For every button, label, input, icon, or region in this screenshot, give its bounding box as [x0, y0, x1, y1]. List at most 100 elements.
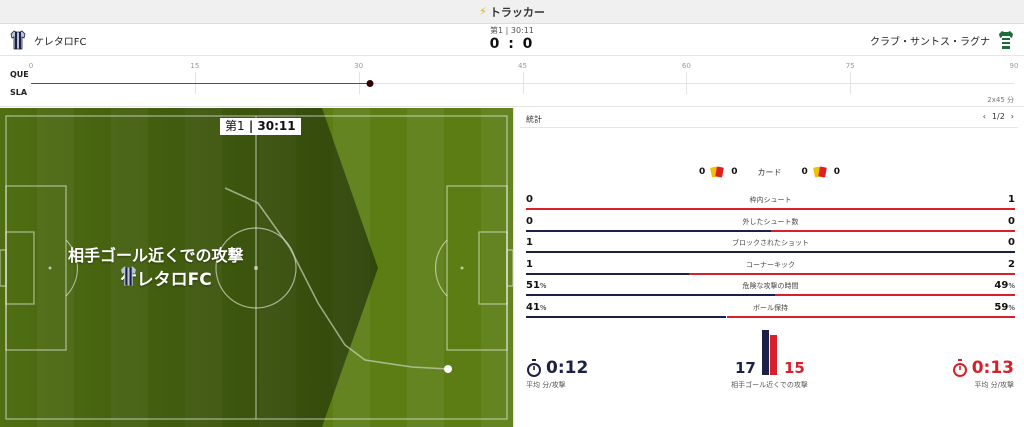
stats-panel: 統計 ‹ 1/2 › 0 0 カード 0 0 0 枠内シュート 1 0 外したシュート数…: [513, 108, 1024, 427]
ball-marker: [444, 365, 452, 373]
timeline-tick-label: 30: [354, 62, 364, 70]
stat-label: コーナーキック: [746, 260, 795, 269]
stat-row: 0 外したシュート数 0: [526, 214, 1015, 235]
stat-row: 1 ブロックされたショット 0: [526, 235, 1015, 256]
stat-away-value: 2: [1008, 258, 1015, 270]
stats-pager: ‹ 1/2 ›: [983, 112, 1014, 121]
stat-bar: [526, 294, 1015, 296]
scoreboard: 第1 | 30:11 0 : 0: [462, 26, 562, 52]
away-speed-label: 平均 分/攻撃: [974, 381, 1014, 389]
stopwatch-icon: [527, 359, 541, 377]
dangerous-attacks-chart: 17 15: [719, 328, 819, 388]
pitch-clock-time: 30:11: [257, 119, 296, 133]
match-period: 第1 | 30:11: [490, 26, 534, 35]
stat-bar: [526, 208, 1015, 210]
stat-home-bar: [526, 315, 727, 318]
stat-row: 0 枠内シュート 1: [526, 192, 1015, 213]
home-team-name: ケレタロFC: [34, 36, 87, 48]
stats-heading: 統計: [526, 115, 542, 124]
timeline-progress: [31, 83, 370, 84]
match-timeline: QUE SLA 0 15 30 45 60 75 90 2x45 分: [0, 57, 1024, 107]
score-header: ケレタロFC 第1 | 30:11 0 : 0 クラブ・サントス・ラグナ: [0, 24, 1024, 56]
match-score: 0 : 0: [489, 36, 535, 52]
pitch-graphic: [0, 108, 513, 427]
pitch-tracker: 第1 | 30:11 相手ゴール近くでの攻撃 ケレタロFC: [0, 108, 513, 427]
stat-away-bar: [526, 208, 1015, 210]
stat-label: 枠内シュート: [749, 196, 792, 204]
stat-label: ブロックされたショット: [732, 239, 809, 247]
home-team[interactable]: ケレタロFC: [10, 30, 87, 50]
timeline-tick-label: 60: [681, 62, 691, 70]
stat-bar: [526, 272, 1015, 275]
stat-bar: [526, 315, 1015, 318]
stat-away-value: 59%: [994, 301, 1015, 313]
cards-label: カード: [757, 167, 782, 177]
stat-away-value: 0: [1008, 215, 1015, 227]
stat-home-bar: [526, 251, 1015, 253]
match-duration: 2x45 分: [987, 96, 1014, 104]
event-team-jersey-icon: [121, 266, 136, 286]
timeline-tick-line: [850, 72, 852, 94]
event-description: 相手ゴール近くでの攻撃: [68, 246, 244, 265]
cards-summary: 0 0 カード 0 0: [514, 166, 1024, 178]
timeline-tick-label: 45: [518, 62, 527, 70]
away-team[interactable]: クラブ・サントス・ラグナ: [870, 30, 1014, 50]
timeline-tick-label: 15: [190, 62, 200, 70]
home-yellow-count: 0: [698, 167, 706, 177]
stat-away-value: 0: [1008, 237, 1015, 248]
stat-label: 危険な攻撃の時間: [742, 282, 799, 290]
stat-away-bar: [775, 294, 1015, 296]
away-yellow-count: 0: [801, 167, 808, 177]
next-page-icon[interactable]: ›: [1011, 112, 1014, 121]
timeline-tick-label: 75: [845, 62, 855, 70]
stat-away-bar: [688, 272, 1015, 275]
away-team-name: クラブ・サントス・ラグナ: [870, 36, 990, 48]
divider: [520, 127, 1018, 128]
home-attack-speed: 0:12: [526, 358, 588, 378]
cards-icon: [812, 166, 828, 178]
home-red-count: 0: [731, 167, 738, 177]
home-dangerous-attacks: 17: [735, 359, 756, 377]
stat-row: 41% ボール保持 59%: [526, 300, 1015, 321]
stat-away-bar: [726, 315, 1015, 318]
stat-home-bar: [526, 294, 776, 296]
stat-row: 1 コーナーキック 2: [526, 257, 1015, 278]
timeline-current-marker: [366, 80, 374, 87]
away-dangerous-bar: [770, 335, 777, 375]
timeline-away-label: SLA: [10, 88, 28, 97]
stopwatch-icon: [952, 359, 967, 377]
cards-icon: [710, 166, 725, 178]
stat-home-bar: [526, 272, 689, 275]
away-dangerous-attacks: 15: [784, 359, 805, 377]
timeline-tick-label: 0: [28, 62, 34, 70]
stat-bar: [526, 229, 1015, 232]
event-team: ケレタロFC: [120, 265, 212, 290]
prev-page-icon[interactable]: ‹: [983, 112, 986, 121]
stat-label: ボール保持: [753, 303, 788, 312]
stat-bar: [526, 251, 1015, 253]
stat-label: 外したシュート数: [742, 217, 799, 226]
home-dangerous-bar: [762, 330, 769, 375]
stat-away-value: 49%: [994, 280, 1015, 291]
stat-row: 51% 危険な攻撃の時間 49%: [526, 278, 1015, 299]
tracker-title: トラッカー: [489, 5, 545, 19]
stat-away-value: 1: [1008, 194, 1015, 205]
timeline-tick-line: [522, 72, 524, 94]
away-red-count: 0: [833, 167, 841, 177]
stat-home-bar: [526, 229, 771, 232]
timeline-home-label: QUE: [10, 70, 29, 79]
away-jersey-icon: [999, 31, 1013, 49]
home-jersey-icon: [10, 30, 26, 50]
timeline-tick-label: 90: [1009, 62, 1019, 70]
away-attack-speed: 0:13: [952, 358, 1014, 378]
pitch-clock-period: 第1: [225, 119, 245, 133]
home-speed-value: 0:12: [546, 358, 589, 378]
timeline-tick-line: [686, 72, 688, 94]
lightning-icon: ⚡: [479, 5, 487, 18]
away-speed-value: 0:13: [971, 358, 1014, 378]
stat-away-bar: [770, 229, 1015, 232]
dangerous-attacks-label: 相手ゴール近くでの攻撃: [731, 381, 808, 389]
tracker-header: ⚡ トラッカー: [0, 0, 1024, 24]
page-indicator: 1/2: [991, 112, 1005, 121]
pitch-clock: 第1 | 30:11: [220, 118, 301, 135]
